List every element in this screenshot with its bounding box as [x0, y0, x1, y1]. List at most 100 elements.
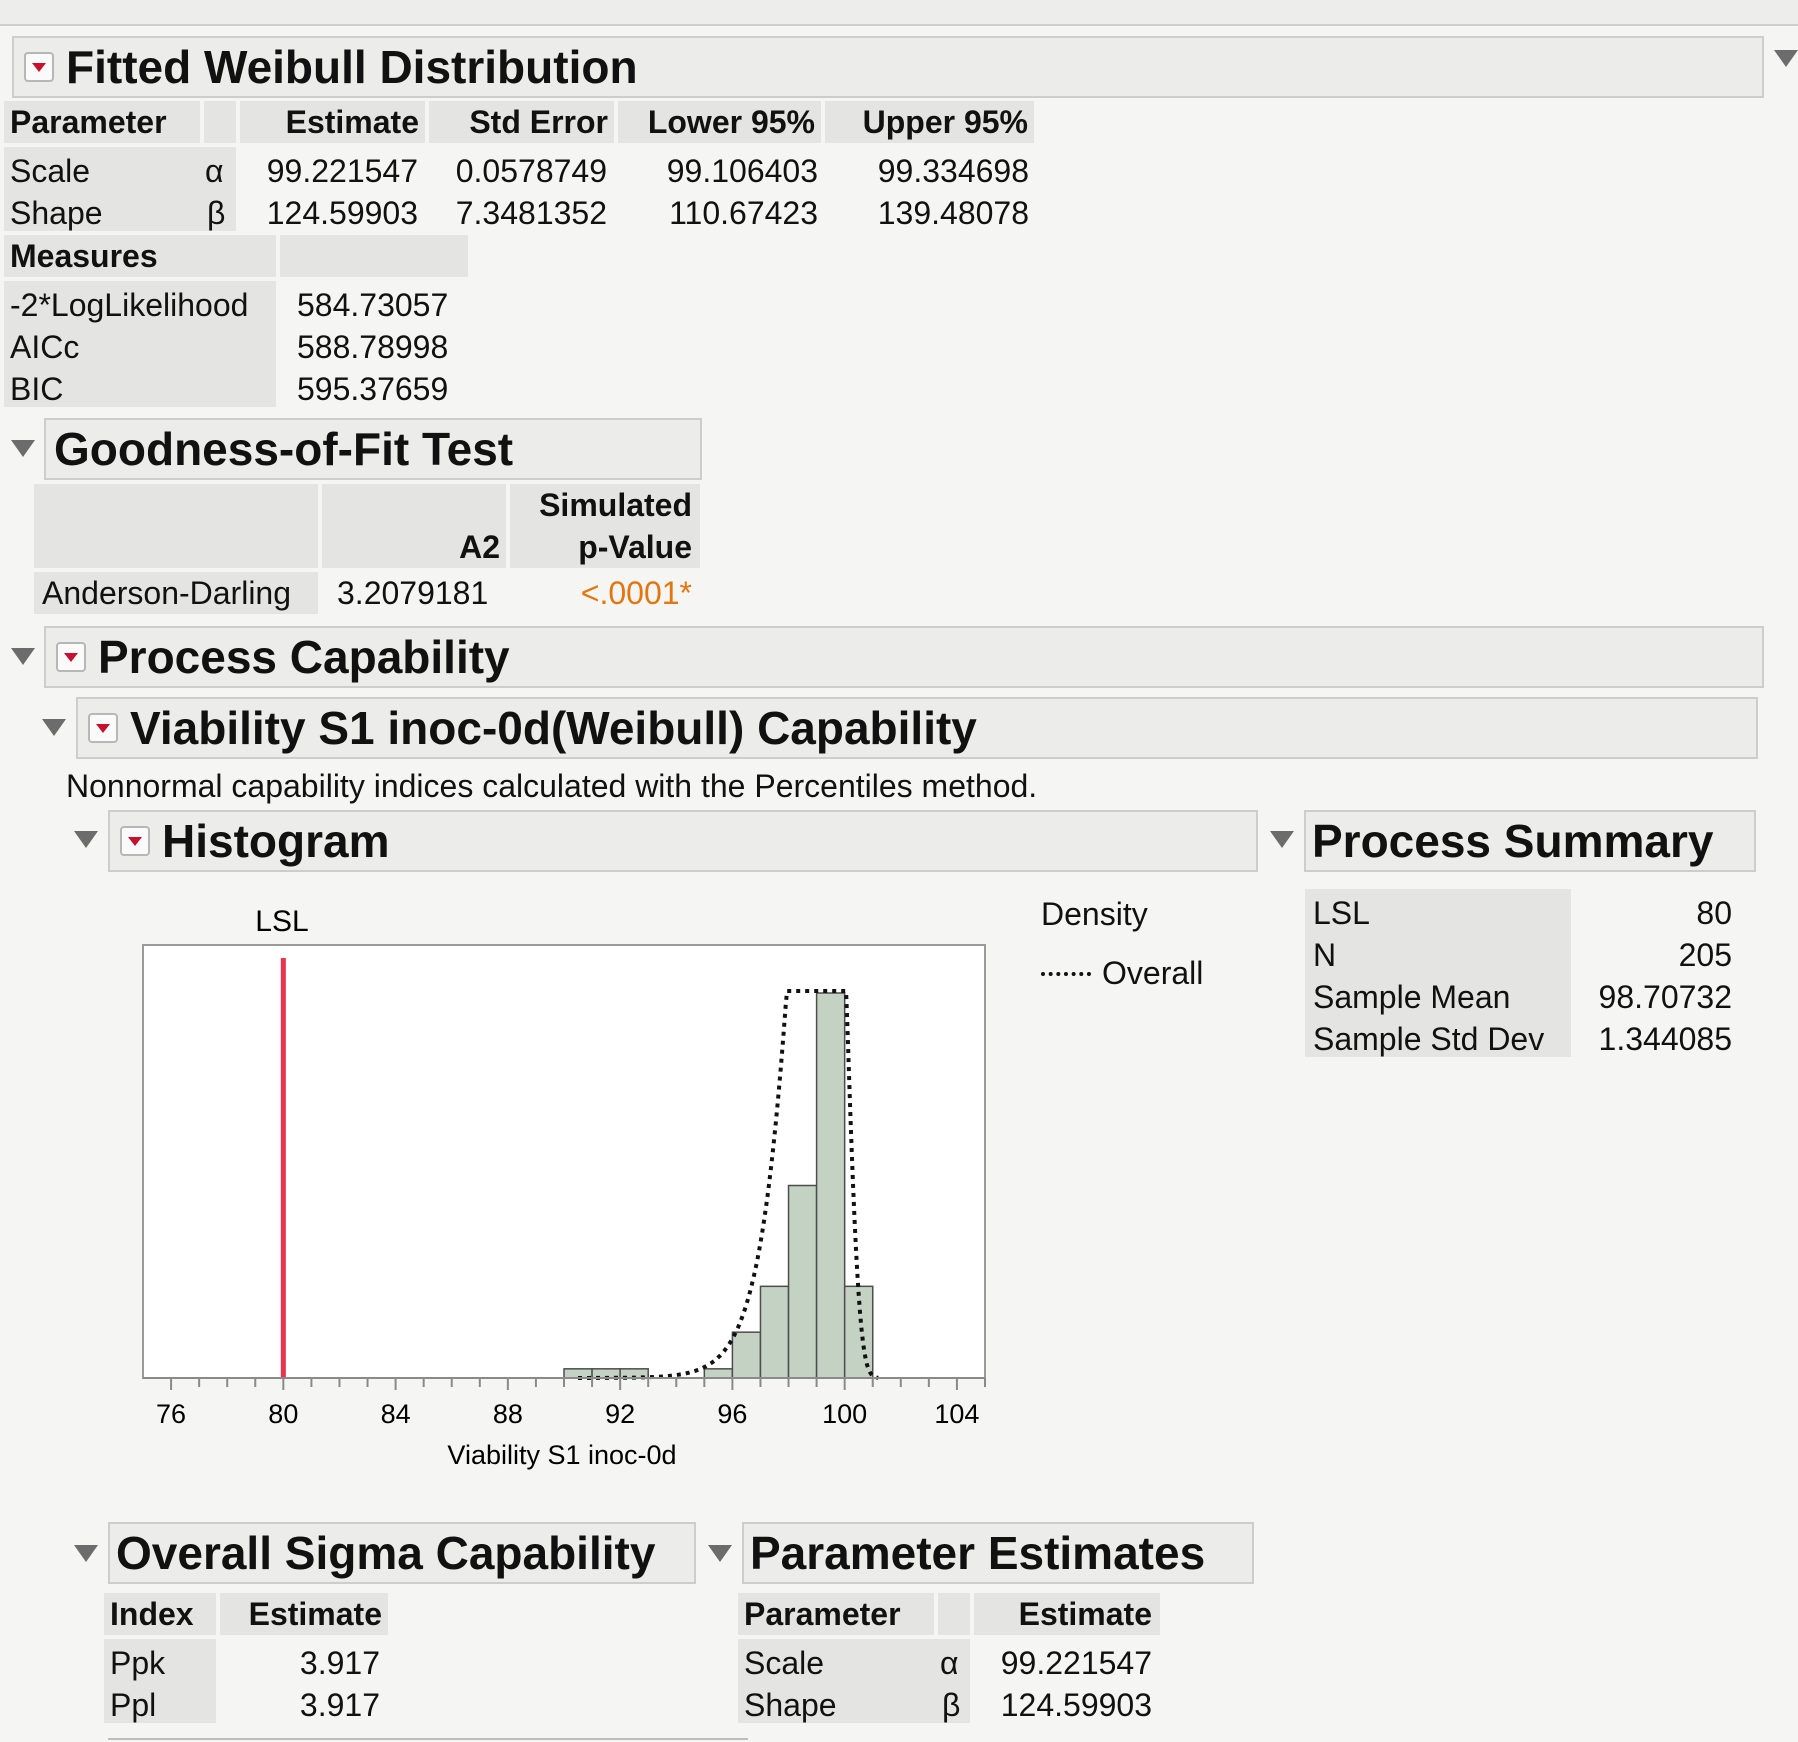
gof-col-pvalue: p-Value — [578, 529, 692, 565]
red-triangle-menu-icon[interactable] — [24, 52, 54, 82]
histogram-bar — [703, 1368, 734, 1379]
row-name-scale: Scale — [10, 153, 91, 189]
overall-disclosure-icon[interactable] — [74, 1545, 98, 1562]
summary-disclosure-icon[interactable] — [1270, 831, 1294, 848]
gof-pvalue: <.0001* — [580, 575, 692, 611]
scale-lower-95: 99.106403 — [666, 153, 818, 189]
x-tick-label: 100 — [822, 1399, 867, 1429]
gof-title: Goodness-of-Fit Test — [54, 423, 514, 475]
capability-title: Process Capability — [98, 631, 510, 683]
summary-name-mean: Sample Mean — [1313, 979, 1511, 1015]
x-tick-label: 96 — [717, 1399, 747, 1429]
viability-capability-title: Viability S1 inoc-0d(Weibull) Capability — [130, 702, 977, 754]
summary-name-lsl: LSL — [1313, 895, 1370, 931]
scale-estimate: 99.221547 — [266, 153, 418, 189]
measure-value-loglik: 584.73057 — [297, 287, 449, 323]
histogram-bar — [759, 1285, 790, 1379]
fitted-weibull-title: Fitted Weibull Distribution — [66, 41, 638, 93]
params-name-scale: Scale — [744, 1645, 825, 1681]
x-tick-label: 84 — [381, 1399, 411, 1429]
col-header-lower-95: Lower 95% — [618, 101, 821, 143]
capability-disclosure-icon[interactable] — [11, 648, 35, 665]
histogram-bar — [787, 1184, 818, 1379]
histogram-disclosure-icon[interactable] — [74, 831, 98, 848]
viability-capability-header[interactable]: Viability S1 inoc-0d(Weibull) Capability — [76, 697, 1758, 759]
col-header-upper-95: Upper 95% — [825, 101, 1034, 143]
overall-value-ppk: 3.917 — [299, 1645, 380, 1681]
x-tick-label: 80 — [268, 1399, 298, 1429]
col-header-estimate: Estimate — [240, 101, 425, 143]
shape-estimate: 124.59903 — [266, 195, 418, 231]
params-value-scale: 99.221547 — [1000, 1645, 1152, 1681]
overall-title: Overall Sigma Capability — [116, 1527, 656, 1579]
summary-value-lsl: 80 — [1696, 895, 1732, 931]
overall-name-ppk: Ppk — [110, 1645, 166, 1681]
capability-header[interactable]: Process Capability — [44, 626, 1764, 688]
measure-name-aicc: AICc — [10, 329, 80, 365]
overall-name-ppl: Ppl — [110, 1687, 157, 1723]
measures-header: Measures — [4, 235, 276, 277]
scale-upper-95: 99.334698 — [877, 153, 1029, 189]
overall-col-index: Index — [104, 1593, 216, 1635]
shape-lower-95: 110.67423 — [669, 195, 818, 231]
legend-item-overall: Overall — [1102, 955, 1204, 991]
params-symbol-beta: β — [942, 1687, 961, 1723]
col-header-symbol — [204, 101, 236, 143]
summary-name-n: N — [1313, 937, 1337, 973]
x-tick-label: 88 — [493, 1399, 523, 1429]
fitted-weibull-header[interactable]: Fitted Weibull Distribution — [12, 36, 1764, 98]
histogram-header[interactable]: Histogram — [108, 810, 1258, 872]
col-header-parameter: Parameter — [4, 101, 200, 143]
histogram-bar — [731, 1331, 762, 1379]
gof-row-name: Anderson-Darling — [34, 572, 318, 614]
scale-std-error: 0.0578749 — [455, 153, 607, 189]
summary-value-mean: 98.70732 — [1598, 979, 1732, 1015]
histogram-title: Histogram — [162, 815, 390, 867]
summary-header[interactable]: Process Summary — [1304, 810, 1756, 872]
x-tick-label: 104 — [934, 1399, 979, 1429]
gof-disclosure-icon[interactable] — [11, 440, 35, 457]
params-symbol-alpha: α — [940, 1645, 959, 1681]
red-triangle-menu-icon[interactable] — [56, 642, 86, 672]
histogram-bar — [815, 992, 846, 1379]
params-col-parameter: Parameter — [738, 1593, 934, 1635]
measures-header-blank — [280, 235, 468, 277]
red-triangle-menu-icon[interactable] — [120, 826, 150, 856]
lsl-label: LSL — [255, 905, 308, 938]
shape-upper-95: 139.48078 — [877, 195, 1029, 231]
row-symbol-beta: β — [207, 195, 226, 231]
capability-note: Nonnormal capability indices calculated … — [66, 768, 1038, 804]
summary-value-n: 205 — [1678, 937, 1732, 973]
x-tick-label: 92 — [605, 1399, 635, 1429]
overall-header[interactable]: Overall Sigma Capability — [108, 1522, 696, 1584]
row-symbol-alpha: α — [205, 153, 224, 189]
viability-disclosure-icon[interactable] — [42, 719, 66, 736]
red-triangle-menu-icon[interactable] — [88, 713, 118, 743]
params-header[interactable]: Parameter Estimates — [742, 1522, 1254, 1584]
x-tick-label: 76 — [156, 1399, 186, 1429]
gof-a2-value: 3.2079181 — [337, 575, 489, 611]
summary-value-stddev: 1.344085 — [1598, 1021, 1732, 1057]
measure-value-bic: 595.37659 — [297, 371, 449, 407]
top-toolbar-band — [0, 0, 1798, 26]
histogram-chart: LSL 76 80 84 88 92 96 100 104 Viability S1 inoc… — [142, 905, 986, 1470]
next-section-edge — [108, 1738, 748, 1740]
outline-collapse-icon[interactable] — [1774, 50, 1798, 67]
measure-value-aicc: 588.78998 — [297, 329, 449, 365]
measure-name-bic: BIC — [10, 371, 64, 407]
gof-col-simulated: Simulated — [539, 487, 692, 523]
params-name-shape: Shape — [744, 1687, 837, 1723]
measure-name-loglik: -2*LogLikelihood — [10, 287, 249, 323]
legend-dotted-line — [1041, 972, 1091, 976]
gof-header-blank — [34, 484, 318, 568]
summary-title: Process Summary — [1312, 815, 1714, 867]
params-disclosure-icon[interactable] — [708, 1545, 732, 1562]
overall-value-ppl: 3.917 — [299, 1687, 380, 1723]
params-value-shape: 124.59903 — [1000, 1687, 1152, 1723]
legend-title: Density — [1041, 896, 1148, 932]
overall-col-estimate: Estimate — [220, 1593, 388, 1635]
params-col-symbol — [938, 1593, 970, 1635]
gof-header[interactable]: Goodness-of-Fit Test — [44, 418, 702, 480]
col-header-std-error: Std Error — [429, 101, 614, 143]
summary-name-stddev: Sample Std Dev — [1313, 1021, 1545, 1057]
